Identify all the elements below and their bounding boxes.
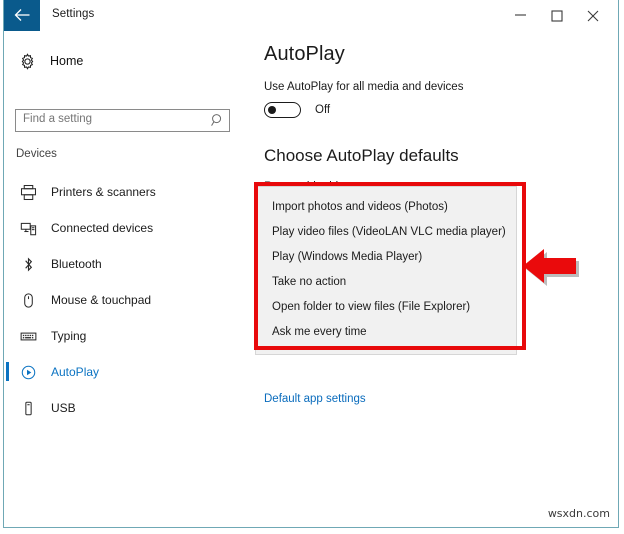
keyboard-icon [13,328,43,345]
selection-accent-bar [6,218,9,237]
dropdown-option-ask-me-every-time[interactable]: Ask me every time [256,319,516,344]
bluetooth-icon [13,256,43,273]
close-icon [587,10,599,22]
autoplay-icon [13,364,43,381]
sidebar-item-home[interactable]: Home [12,45,238,77]
screenshot-root: Settings Home Find a setting Devices Pri… [0,0,624,534]
sidebar-item-autoplay[interactable]: AutoPlay [4,354,247,390]
content-pane: AutoPlay Use AutoPlay for all media and … [247,31,618,527]
mouse-icon [13,292,43,309]
sidebar-item-label: Bluetooth [51,257,102,271]
sidebar-section-label: Devices [16,148,57,160]
back-arrow-icon [14,9,29,21]
autoplay-toggle-switch[interactable] [264,102,301,118]
watermark: wsxdn.com [547,507,610,520]
usb-icon [13,400,43,417]
sidebar-item-connected-devices[interactable]: Connected devices [4,210,247,246]
settings-window: Settings Home Find a setting Devices Pri… [3,0,619,528]
sidebar-item-bluetooth[interactable]: Bluetooth [4,246,247,282]
sidebar-item-printers-scanners[interactable]: Printers & scanners [4,174,247,210]
sidebar-item-usb[interactable]: USB [4,390,247,426]
gear-icon [12,52,42,70]
sidebar-item-label: Typing [51,329,87,343]
default-app-settings-link[interactable]: Default app settings [264,393,366,405]
sidebar-item-label: Printers & scanners [51,185,156,199]
sidebar-home-label: Home [50,54,84,68]
connected-devices-icon [13,220,43,237]
sidebar: Home Devices [4,31,247,527]
sidebar-item-typing[interactable]: Typing [4,318,247,354]
sidebar-item-label: AutoPlay [51,365,100,379]
dropdown-option-open-folder-to-view-files[interactable]: Open folder to view files (File Explorer… [256,294,516,319]
autoplay-toggle-label: Use AutoPlay for all media and devices [264,81,464,93]
selection-accent-bar [6,362,9,381]
toggle-knob [268,106,276,114]
close-button[interactable] [576,0,610,31]
selection-accent-bar [6,398,9,417]
dropdown-option-play-windows-media-player[interactable]: Play (Windows Media Player) [256,244,516,269]
sidebar-item-mouse-touchpad[interactable]: Mouse & touchpad [4,282,247,318]
selection-accent-bar [6,326,9,345]
search-box[interactable] [15,109,230,132]
sidebar-item-label: Connected devices [51,221,154,235]
selection-accent-bar [6,290,9,309]
section-title: Choose AutoPlay defaults [264,146,459,165]
maximize-button[interactable] [540,0,574,31]
autoplay-toggle-row: Off [264,102,330,118]
sidebar-item-label: Mouse & touchpad [51,293,152,307]
title-bar: Settings [4,0,618,32]
sidebar-item-label: USB [51,401,76,415]
dropdown-option-import-photos-and-videos[interactable]: Import photos and videos (Photos) [256,194,516,219]
dropdown-option-take-no-action[interactable]: Take no action [256,269,516,294]
search-icon [211,113,224,132]
page-title: AutoPlay [264,43,345,65]
maximize-icon [551,10,563,22]
back-button[interactable] [4,0,40,31]
selection-accent-bar [6,254,9,273]
removable-drive-dropdown-list[interactable]: Import photos and videos (Photos) Play v… [255,186,517,355]
minimize-button[interactable] [504,0,538,31]
printer-icon [13,184,43,201]
sidebar-nav-list: Printers & scanners Connected devices Bl… [4,174,247,426]
search-input[interactable] [23,113,201,125]
autoplay-toggle-state: Off [315,104,331,116]
dropdown-options: Import photos and videos (Photos) Play v… [256,194,516,344]
window-title: Settings [52,8,95,20]
selection-accent-bar [6,182,9,201]
dropdown-option-play-video-files[interactable]: Play video files (VideoLAN VLC media pla… [256,219,516,244]
minimize-icon [515,14,526,16]
